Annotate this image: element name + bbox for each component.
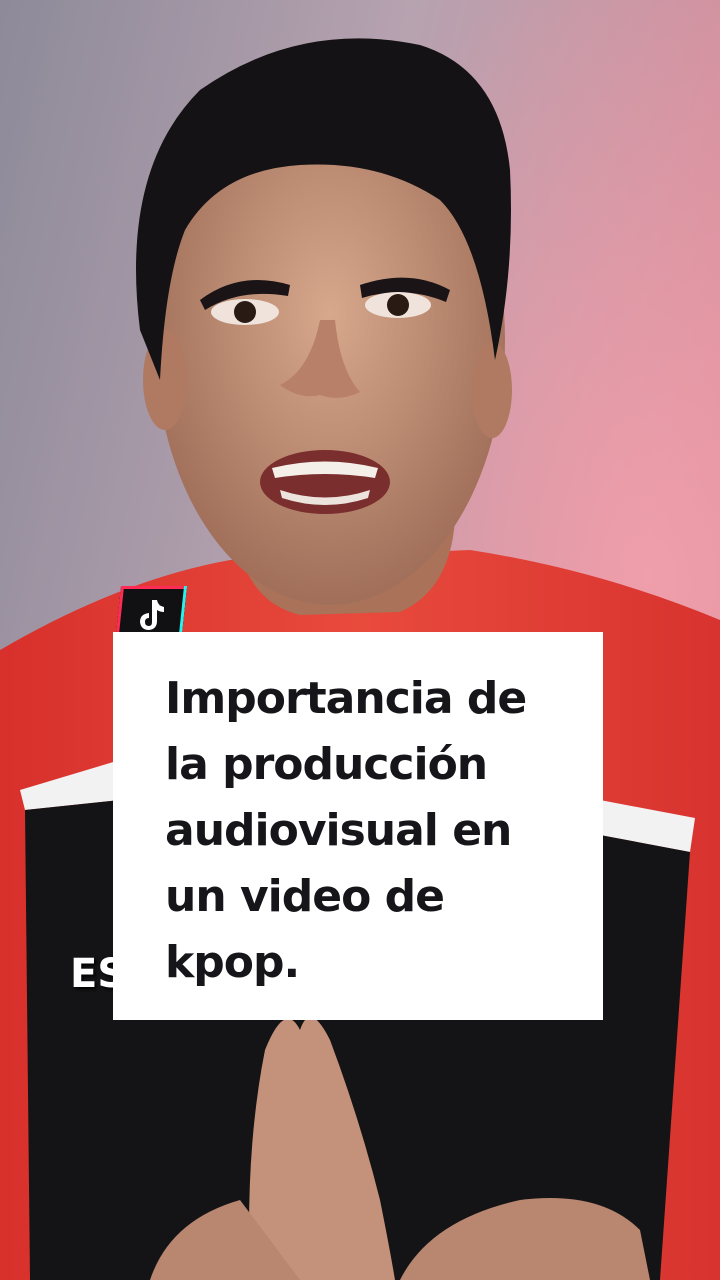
- title-line: Importancia de: [165, 673, 527, 724]
- video-frame: ES Importancia de la producción audiovis…: [0, 0, 720, 1280]
- title-line: kpop.: [165, 937, 300, 988]
- partial-caption: ES: [70, 951, 114, 997]
- title-line: audiovisual en: [165, 805, 512, 856]
- title-card: Importancia de la producción audiovisual…: [113, 632, 603, 1020]
- title-line: la producción: [165, 739, 488, 790]
- title-line: un video de: [165, 871, 445, 922]
